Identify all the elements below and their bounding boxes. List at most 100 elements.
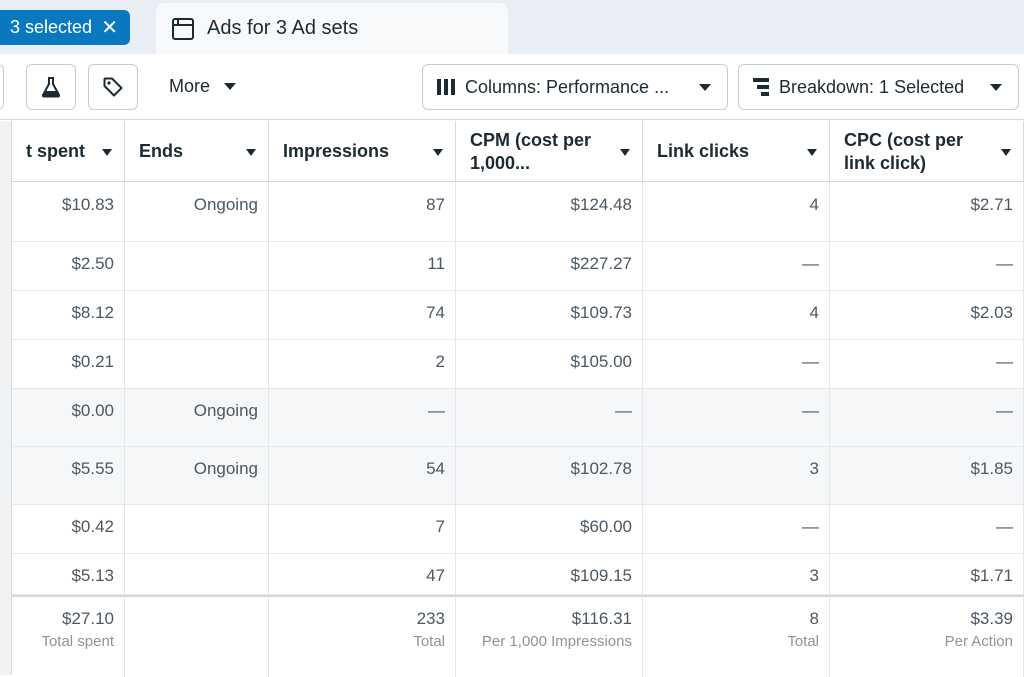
- chevron-down-icon[interactable]: [1001, 149, 1011, 156]
- cell-link-clicks: 3: [643, 554, 830, 594]
- table-row[interactable]: $10.83 Ongoing 87 $124.48 4 $2.71: [0, 183, 1024, 242]
- column-header-cpc[interactable]: CPC (cost per link click): [830, 121, 1024, 182]
- breakdown-icon: [753, 78, 769, 96]
- cell-cpm: —: [456, 389, 643, 446]
- breakdown-label: Breakdown: 1 Selected: [779, 76, 965, 97]
- cell-ends: [125, 505, 269, 553]
- cell-ends: [125, 291, 269, 339]
- column-header-label: Ends: [139, 141, 184, 161]
- cell-spent: $5.55: [12, 447, 125, 504]
- columns-icon: [437, 79, 455, 95]
- columns-label: Columns: Performance ...: [465, 76, 670, 97]
- column-header-label: Link clicks: [657, 141, 750, 161]
- cell-cpm: $105.00: [456, 340, 643, 388]
- total-link-clicks: 8 Total: [643, 597, 830, 677]
- cell-cpm: $124.48: [456, 183, 643, 241]
- total-value: $3.39: [970, 609, 1013, 628]
- breakdown-dropdown[interactable]: Breakdown: 1 Selected: [738, 64, 1019, 110]
- chevron-down-icon: [990, 84, 1002, 91]
- more-label: More: [169, 76, 211, 96]
- total-impressions: 233 Total: [269, 597, 456, 677]
- cell-ends: Ongoing: [125, 183, 269, 241]
- toolbar-button-partial[interactable]: [0, 64, 4, 110]
- cell-impressions: 11: [269, 242, 456, 290]
- table-row[interactable]: $0.21 2 $105.00— —: [0, 340, 1024, 389]
- tab-strip: 3 selected ✕ Ads for 3 Ad sets: [0, 0, 1024, 54]
- cell-link-clicks: 4: [643, 291, 830, 339]
- total-caption: Per Action: [944, 633, 1013, 650]
- total-caption: Total: [413, 633, 445, 650]
- cell-cpm: $109.73: [456, 291, 643, 339]
- cell-link-clicks: 3: [643, 447, 830, 504]
- cell-link-clicks: —: [643, 389, 830, 446]
- columns-dropdown[interactable]: Columns: Performance ...: [422, 64, 728, 110]
- cell-impressions: 2: [269, 340, 456, 388]
- total-value: $27.10: [62, 609, 114, 628]
- cell-impressions: 87: [269, 183, 456, 241]
- cell-cpm: $60.00: [456, 505, 643, 553]
- cell-cpc: —: [830, 340, 1024, 388]
- cell-link-clicks: 4: [643, 183, 830, 241]
- chevron-down-icon[interactable]: [807, 149, 817, 156]
- column-header-link-clicks[interactable]: Link clicks: [643, 121, 830, 182]
- cell-impressions: 54: [269, 447, 456, 504]
- cell-ends: Ongoing: [125, 447, 269, 504]
- total-value: 8: [809, 609, 819, 628]
- chevron-down-icon[interactable]: [433, 149, 443, 156]
- chevron-down-icon[interactable]: [102, 149, 112, 156]
- chevron-down-icon: [224, 83, 237, 90]
- column-header-spent[interactable]: t spent: [12, 121, 125, 182]
- column-header-impressions[interactable]: Impressions: [269, 121, 456, 182]
- table-row[interactable]: $5.13 47 $109.15 3 $1.71: [0, 554, 1024, 595]
- column-header-ends[interactable]: Ends: [125, 121, 269, 182]
- toolbar: More Columns: Performance ... Breakdown:…: [0, 54, 1024, 120]
- column-header-cpm[interactable]: CPM (cost per 1,000...: [456, 121, 643, 182]
- cell-spent: $0.21: [12, 340, 125, 388]
- table-row[interactable]: $8.12 74 $109.73 4 $2.03: [0, 291, 1024, 340]
- tab-title: Ads for 3 Ad sets: [207, 17, 359, 39]
- cell-link-clicks: —: [643, 340, 830, 388]
- more-menu[interactable]: More: [169, 76, 237, 97]
- experiment-button[interactable]: [26, 64, 76, 110]
- cell-link-clicks: —: [643, 505, 830, 553]
- chevron-down-icon[interactable]: [246, 149, 256, 156]
- cell-spent: $0.00: [12, 389, 125, 446]
- tags-button[interactable]: [88, 64, 138, 110]
- cell-cpc: —: [830, 389, 1024, 446]
- cell-cpc: $1.85: [830, 447, 1024, 504]
- selection-chip[interactable]: 3 selected ✕: [0, 10, 130, 45]
- column-header-label: t spent: [26, 141, 86, 161]
- cell-ends: [125, 340, 269, 388]
- cell-ends: Ongoing: [125, 389, 269, 446]
- cell-cpc: —: [830, 505, 1024, 553]
- table-header: t spent Ends Impressions CPM (cost per 1,00…: [0, 121, 1024, 182]
- chevron-down-icon[interactable]: [620, 149, 630, 156]
- tag-icon: [103, 77, 123, 97]
- total-caption: Total: [787, 633, 819, 650]
- results-table: t spent Ends Impressions CPM (cost per 1,00…: [0, 121, 1024, 677]
- total-value: 233: [416, 609, 445, 628]
- cell-spent: $0.42: [12, 505, 125, 553]
- table-row[interactable]: $0.42 7 $60.00— —: [0, 505, 1024, 554]
- cell-spent: $2.50: [12, 242, 125, 290]
- table-row[interactable]: $5.55 Ongoing 54 $102.78 3 $1.85: [0, 447, 1024, 505]
- cell-cpc: $2.71: [830, 183, 1024, 241]
- tab-ads[interactable]: Ads for 3 Ad sets: [156, 3, 508, 54]
- column-header-label: CPC (cost per link click): [844, 129, 964, 173]
- close-icon[interactable]: ✕: [101, 18, 118, 38]
- column-header-label: Impressions: [283, 141, 390, 161]
- total-cpc: $3.39 Per Action: [830, 597, 1024, 677]
- cell-impressions: 7: [269, 505, 456, 553]
- totals-row: $27.10 Total spent 233 Total $116.31 Per 1,00…: [0, 595, 1024, 677]
- total-cpm: $116.31 Per 1,000 Impressions: [456, 597, 643, 677]
- cell-spent: $5.13: [12, 554, 125, 594]
- cell-ends: [125, 242, 269, 290]
- selection-count-label: 3 selected: [10, 17, 93, 37]
- flask-icon: [41, 77, 61, 98]
- cell-ends: [125, 554, 269, 594]
- cell-cpm: $102.78: [456, 447, 643, 504]
- cell-spent: $8.12: [12, 291, 125, 339]
- table-row[interactable]: $0.00 Ongoing — — — —: [0, 389, 1024, 447]
- cell-cpc: $2.03: [830, 291, 1024, 339]
- table-row[interactable]: $2.50 11 $227.27— —: [0, 242, 1024, 291]
